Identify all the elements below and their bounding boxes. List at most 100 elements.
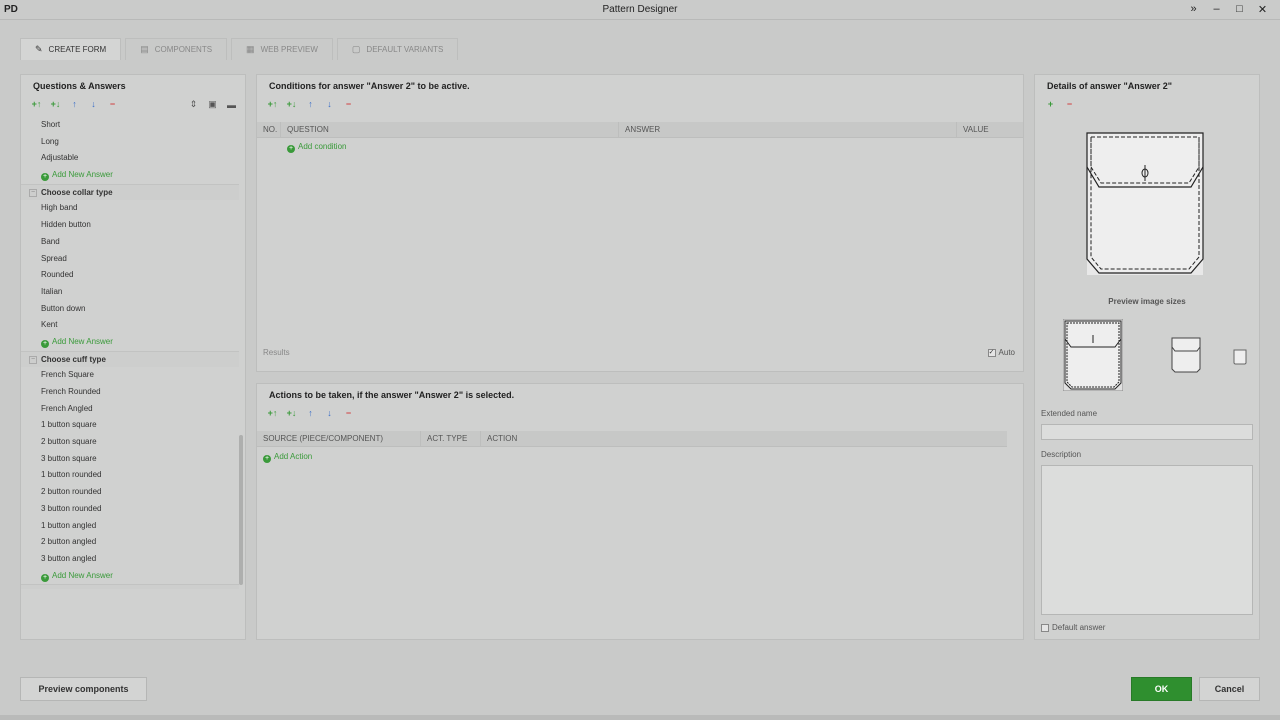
answer-item[interactable]: Long: [21, 134, 239, 151]
collapse-all-icon[interactable]: ⇕: [188, 99, 199, 110]
answer-item[interactable]: Button down: [21, 301, 239, 318]
answer-item[interactable]: Short: [21, 117, 239, 134]
auto-checkbox[interactable]: ✓ Auto: [987, 348, 1015, 357]
row-label: Spread: [41, 253, 67, 263]
row-label: French Square: [41, 370, 94, 380]
column-header[interactable]: ANSWER: [619, 122, 957, 137]
qa-scrollbar[interactable]: [239, 117, 243, 589]
preview-size-large[interactable]: [1063, 319, 1123, 391]
answer-item[interactable]: Band: [21, 234, 239, 251]
row-label: Hidden button: [41, 220, 91, 230]
tab-web-preview[interactable]: ▦ WEB PREVIEW: [231, 38, 333, 60]
move-down-icon[interactable]: ↓: [324, 99, 335, 109]
description-field[interactable]: [1041, 465, 1253, 615]
answer-item[interactable]: 3 button angled: [21, 551, 239, 568]
column-header[interactable]: SOURCE (PIECE/COMPONENT): [257, 431, 421, 446]
column-header[interactable]: ACTION: [481, 431, 1007, 446]
column-header[interactable]: NO.: [257, 122, 281, 137]
add-new-answer-link[interactable]: + Add New Answer: [21, 334, 239, 351]
add-condition-link[interactable]: + Add condition: [287, 142, 346, 153]
remove-icon[interactable]: −: [343, 99, 354, 109]
expand-icon[interactable]: »: [1182, 3, 1205, 16]
question-group[interactable]: − Choose cuff type: [21, 350, 239, 368]
variants-icon: ▢: [351, 44, 361, 54]
add-new-answer-link[interactable]: + Add New Answer: [21, 568, 239, 585]
answer-item[interactable]: Spread: [21, 251, 239, 268]
ok-button[interactable]: OK: [1131, 677, 1192, 701]
add-below-icon[interactable]: +↓: [286, 99, 297, 109]
tab-create-form[interactable]: ✎ CREATE FORM: [20, 38, 122, 60]
actions-grid-header: SOURCE (PIECE/COMPONENT) ACT. TYPE ACTIO…: [257, 431, 1007, 447]
answer-item[interactable]: Italian: [21, 284, 239, 301]
answer-item[interactable]: 2 button square: [21, 434, 239, 451]
preview-components-button[interactable]: Preview components: [20, 677, 147, 701]
add-above-icon[interactable]: +↑: [267, 408, 278, 418]
column-header[interactable]: QUESTION: [281, 122, 619, 137]
default-answer-checkbox[interactable]: Default answer: [1041, 623, 1105, 632]
window-controls: » – □ ✕: [1182, 3, 1274, 16]
answer-item[interactable]: 1 button square: [21, 417, 239, 434]
question-group[interactable]: −Select pocket type: [21, 584, 239, 589]
answer-item[interactable]: 1 button rounded: [21, 467, 239, 484]
tab-bar: ✎ CREATE FORM ▤ COMPONENTS ▦ WEB PREVIEW…: [20, 38, 462, 60]
tab-label: DEFAULT VARIANTS: [366, 45, 444, 54]
row-label: Choose cuff type: [41, 354, 106, 364]
tab-components[interactable]: ▤ COMPONENTS: [125, 38, 228, 60]
close-icon[interactable]: ✕: [1251, 3, 1274, 16]
remove-icon[interactable]: −: [343, 408, 354, 418]
move-up-icon[interactable]: ↑: [305, 99, 316, 109]
answer-item[interactable]: French Square: [21, 367, 239, 384]
collapse-icon[interactable]: −: [29, 355, 37, 364]
add-above-icon[interactable]: +↑: [267, 99, 278, 109]
minimize-icon[interactable]: –: [1205, 3, 1228, 16]
answer-item[interactable]: 3 button rounded: [21, 501, 239, 518]
row-label: Adjustable: [41, 153, 79, 163]
add-question-below-icon[interactable]: +↓: [50, 99, 61, 109]
checkbox-checked-icon[interactable]: ✓: [987, 348, 996, 357]
question-group[interactable]: − Choose collar type: [21, 183, 239, 201]
remove-icon[interactable]: −: [107, 99, 118, 109]
preview-size-medium[interactable]: [1171, 337, 1201, 373]
add-action-link[interactable]: + Add Action: [263, 452, 312, 463]
scrollbar-thumb[interactable]: [239, 435, 243, 585]
column-header[interactable]: ACT. TYPE: [421, 431, 481, 446]
add-icon: +: [263, 455, 271, 463]
answer-item[interactable]: High band: [21, 200, 239, 217]
add-icon: +: [41, 339, 49, 348]
collapse-icon[interactable]: −: [29, 188, 37, 197]
answer-item[interactable]: French Rounded: [21, 384, 239, 401]
add-image-icon[interactable]: +: [1045, 99, 1056, 109]
add-question-above-icon[interactable]: +↑: [31, 99, 42, 109]
row-label: Kent: [41, 320, 58, 330]
answer-item[interactable]: Adjustable: [21, 150, 239, 167]
answer-item[interactable]: 3 button square: [21, 451, 239, 468]
move-up-icon[interactable]: ↑: [305, 408, 316, 418]
add-new-answer-link[interactable]: + Add New Answer: [21, 167, 239, 184]
answer-item[interactable]: 1 button angled: [21, 518, 239, 535]
answer-item[interactable]: Rounded: [21, 267, 239, 284]
answer-item[interactable]: French Angled: [21, 401, 239, 418]
tab-default-variants[interactable]: ▢ DEFAULT VARIANTS: [336, 38, 459, 60]
move-down-icon[interactable]: ↓: [88, 99, 99, 109]
column-header[interactable]: VALUE: [957, 122, 1023, 137]
add-below-icon[interactable]: +↓: [286, 408, 297, 418]
answer-item[interactable]: 2 button rounded: [21, 484, 239, 501]
remove-image-icon[interactable]: −: [1064, 99, 1075, 109]
answer-item[interactable]: 2 button angled: [21, 534, 239, 551]
maximize-icon[interactable]: □: [1228, 3, 1251, 16]
extended-name-label: Extended name: [1041, 409, 1098, 418]
save-icon[interactable]: ▣: [207, 99, 218, 110]
preview-size-small[interactable]: [1233, 349, 1247, 365]
answer-item[interactable]: Kent: [21, 317, 239, 334]
folder-icon[interactable]: ▬: [226, 100, 237, 110]
checkbox-unchecked-icon[interactable]: [1041, 623, 1049, 632]
qa-toolbar: +↑ +↓ ↑ ↓ −: [31, 99, 118, 109]
answer-item[interactable]: Hidden button: [21, 217, 239, 234]
cancel-button[interactable]: Cancel: [1199, 677, 1260, 701]
results-label: Results: [263, 348, 290, 357]
extended-name-field[interactable]: [1041, 424, 1253, 440]
move-down-icon[interactable]: ↓: [324, 408, 335, 418]
row-label: High band: [41, 203, 78, 213]
move-up-icon[interactable]: ↑: [69, 99, 80, 109]
row-label: 2 button angled: [41, 537, 97, 547]
